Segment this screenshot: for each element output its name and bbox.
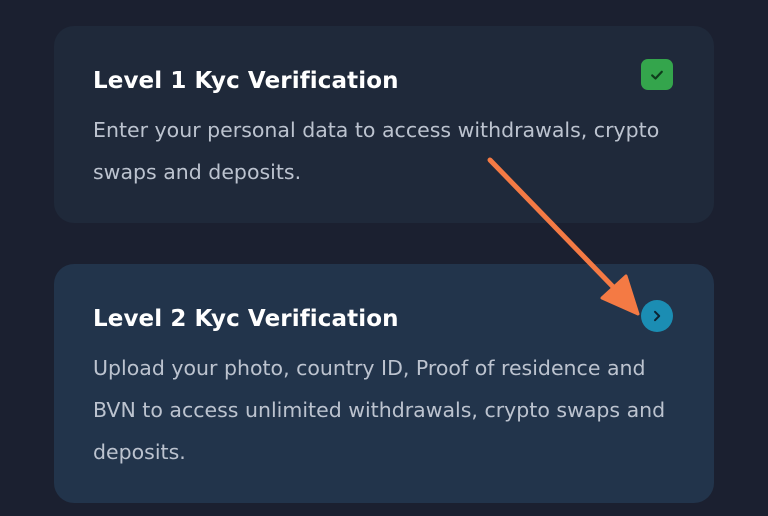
- kyc-level-1-card: Level 1 Kyc Verification Enter your pers…: [54, 26, 714, 223]
- kyc-level-2-description: Upload your photo, country ID, Proof of …: [93, 356, 666, 464]
- kyc-level-2-card[interactable]: Level 2 Kyc Verification Upload your pho…: [54, 264, 714, 503]
- kyc-level-2-title: Level 2 Kyc Verification: [93, 306, 399, 332]
- kyc-level-2-next-button[interactable]: [641, 300, 673, 332]
- checkmark-icon: [651, 70, 663, 80]
- kyc-level-1-description: Enter your personal data to access withd…: [93, 118, 660, 184]
- kyc-level-1-title: Level 1 Kyc Verification: [93, 68, 399, 94]
- verified-badge: [641, 59, 673, 90]
- chevron-right-icon: [654, 310, 661, 322]
